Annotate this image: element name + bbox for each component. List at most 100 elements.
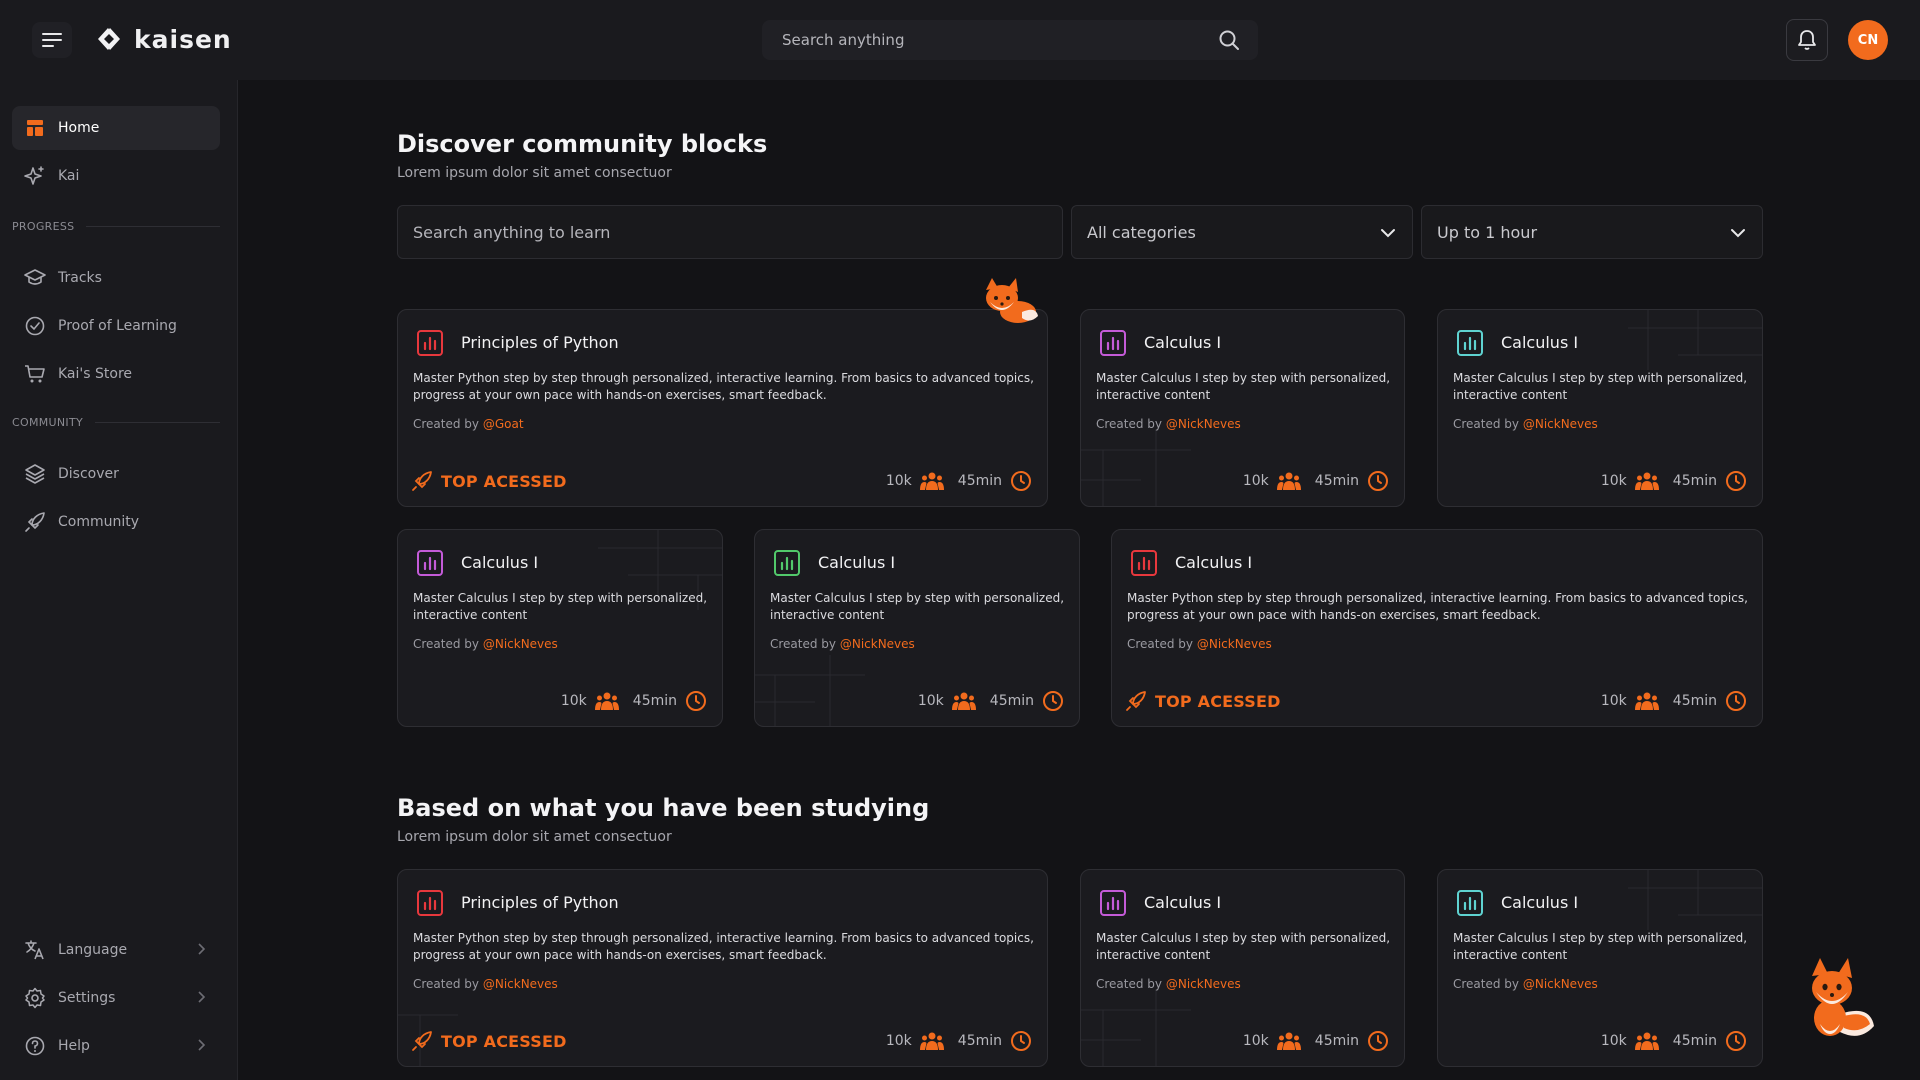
course-card[interactable]: Principles of Python Master Python step … (397, 869, 1048, 1067)
clock-icon (1368, 1031, 1388, 1051)
sidebar-item-label: Community (58, 514, 140, 530)
card-description: Master Calculus I step by step with pers… (1096, 930, 1390, 964)
kaisen-logo-icon (98, 28, 120, 50)
global-search-input[interactable] (762, 20, 1202, 60)
users-count: 10k (885, 473, 912, 489)
duration-select[interactable]: Up to 1 hour (1421, 205, 1763, 259)
duration-value: 45min (989, 693, 1034, 709)
fox-assistant-button[interactable] (1800, 954, 1878, 1044)
top-accessed-badge: TOP ACESSED (411, 1030, 567, 1052)
sidebar-item-community[interactable]: Community (12, 500, 220, 544)
clock-icon (1726, 691, 1746, 711)
help-circle-icon (24, 1035, 46, 1057)
created-by-label: Created by (1453, 977, 1523, 991)
sidebar-item-label: Kai (58, 168, 80, 184)
sidebar-item-tracks[interactable]: Tracks (12, 256, 220, 300)
sidebar-item-language[interactable]: Language (12, 928, 220, 972)
chart-bars-icon (1457, 330, 1483, 356)
course-card[interactable]: Principles of Python Master Python step … (397, 309, 1048, 507)
card-stats: 10k 45min (1601, 690, 1747, 712)
chevron-down-icon (1731, 229, 1745, 238)
card-description-line: interactive content (1453, 388, 1568, 402)
card-title: Calculus I (1501, 893, 1579, 912)
users-icon (951, 692, 976, 710)
duration-value: 45min (632, 693, 677, 709)
users-count: 10k (1600, 693, 1627, 709)
notifications-button[interactable] (1786, 19, 1828, 61)
sidebar-item-proof-of-learning[interactable]: Proof of Learning (12, 304, 220, 348)
duration-value: 45min (1672, 473, 1717, 489)
logo[interactable]: kaisen (94, 24, 232, 54)
author-link[interactable]: @Goat (483, 417, 524, 431)
course-card[interactable]: Calculus I Master Calculus I step by ste… (1437, 869, 1763, 1067)
card-description-line: Master Calculus I step by step with pers… (770, 591, 1065, 605)
course-card[interactable]: Calculus I Master Python step by step th… (1111, 529, 1763, 727)
card-title: Calculus I (1144, 893, 1222, 912)
course-card[interactable]: Calculus I Master Calculus I step by ste… (754, 529, 1080, 727)
sidebar-item-kais-store[interactable]: Kai's Store (12, 352, 220, 396)
card-title: Principles of Python (461, 893, 619, 912)
learn-search (397, 205, 1063, 259)
card-description: Master Calculus I step by step with pers… (1453, 370, 1747, 404)
menu-button[interactable] (32, 22, 72, 58)
clock-icon (1726, 471, 1746, 491)
card-title: Calculus I (1175, 553, 1253, 572)
user-avatar[interactable]: CN (1848, 20, 1888, 60)
created-by-label: Created by (1096, 417, 1166, 431)
bell-icon (1798, 30, 1816, 50)
card-stats: 10k 45min (561, 690, 707, 712)
section-label-text: COMMUNITY (12, 416, 83, 429)
divider (86, 226, 220, 227)
card-title: Calculus I (461, 553, 539, 572)
card-description-line: interactive content (1096, 948, 1211, 962)
card-creator: Created by @NickNeves (1453, 977, 1598, 991)
users-count: 10k (917, 693, 944, 709)
gear-icon (24, 987, 46, 1009)
learn-search-input[interactable] (398, 206, 1062, 258)
course-card[interactable]: Calculus I Master Calculus I step by ste… (1437, 309, 1763, 507)
users-count: 10k (885, 1033, 912, 1049)
chart-bars-icon (417, 330, 443, 356)
author-link[interactable]: @NickNeves (483, 637, 558, 651)
section-label-community: COMMUNITY (12, 416, 220, 429)
search-icon[interactable] (1218, 29, 1240, 51)
sidebar-item-settings[interactable]: Settings (12, 976, 220, 1020)
card-description: Master Calculus I step by step with pers… (770, 590, 1064, 624)
users-icon (1634, 1032, 1659, 1050)
category-select[interactable]: All categories (1071, 205, 1413, 259)
author-link[interactable]: @NickNeves (1523, 977, 1598, 991)
card-description-line: Master Python step by step through perso… (413, 931, 1034, 945)
course-card[interactable]: Calculus I Master Calculus I step by ste… (1080, 309, 1405, 507)
course-card[interactable]: Calculus I Master Calculus I step by ste… (397, 529, 723, 727)
author-link[interactable]: @NickNeves (1166, 417, 1241, 431)
sidebar-item-home[interactable]: Home (12, 106, 220, 150)
course-card[interactable]: Calculus I Master Calculus I step by ste… (1080, 869, 1405, 1067)
category-select-value: All categories (1087, 222, 1196, 242)
card-description: Master Python step by step through perso… (413, 930, 1034, 964)
users-icon (1634, 472, 1659, 490)
card-description-line: Master Calculus I step by step with pers… (1453, 931, 1748, 945)
card-description: Master Calculus I step by step with pers… (413, 590, 707, 624)
badge-label: TOP ACESSED (441, 1031, 567, 1051)
author-link[interactable]: @NickNeves (1197, 637, 1272, 651)
author-link[interactable]: @NickNeves (1166, 977, 1241, 991)
card-title: Principles of Python (461, 333, 619, 352)
author-link[interactable]: @NickNeves (483, 977, 558, 991)
card-description-line: Master Calculus I step by step with pers… (1453, 371, 1748, 385)
sidebar-item-help[interactable]: Help (12, 1024, 220, 1068)
translate-icon (24, 939, 46, 961)
badge-label: TOP ACESSED (1155, 691, 1281, 711)
card-description: Master Python step by step through perso… (1127, 590, 1748, 624)
author-link[interactable]: @NickNeves (840, 637, 915, 651)
section-label-text: PROGRESS (12, 220, 75, 233)
users-icon (1276, 1032, 1301, 1050)
card-stats: 10k 45min (1243, 1030, 1389, 1052)
duration-select-value: Up to 1 hour (1437, 222, 1538, 242)
sidebar-item-kai[interactable]: Kai (12, 154, 220, 198)
sidebar-item-discover[interactable]: Discover (12, 452, 220, 496)
card-stats: 10k 45min (1243, 470, 1389, 492)
author-link[interactable]: @NickNeves (1523, 417, 1598, 431)
top-accessed-badge: TOP ACESSED (411, 470, 567, 492)
home-icon (24, 117, 46, 139)
users-icon (919, 472, 944, 490)
